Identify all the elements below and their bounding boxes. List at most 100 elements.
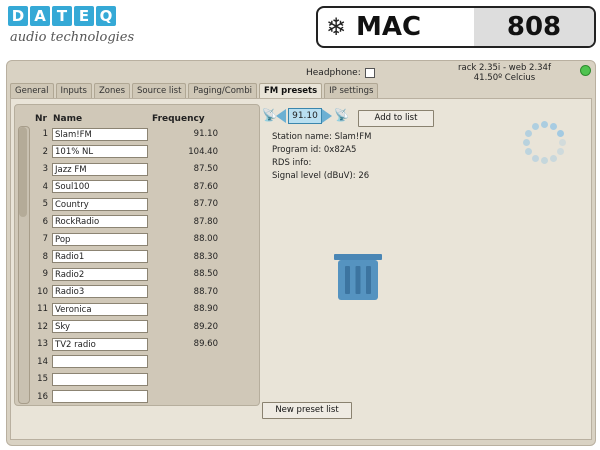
logo-letter: Q [96,6,116,26]
tune-up-icon[interactable] [322,109,332,123]
preset-number: 8 [42,251,48,262]
logo-letter: A [30,6,50,26]
preset-number: 14 [37,356,48,367]
tab-inputs[interactable]: Inputs [55,83,92,98]
preset-frequency: 104.40 [188,146,218,157]
preset-name-input[interactable]: Radio2 [52,267,148,281]
snowflake-icon: ❄ [325,13,347,41]
preset-frequency: 87.80 [193,216,218,227]
preset-name-input[interactable]: Jazz FM [52,162,148,176]
preset-frequency: 88.90 [193,304,218,314]
preset-number: 5 [42,199,48,209]
spinner-dot [559,139,566,146]
spinner-dot [532,154,539,162]
headphone-toggle[interactable]: Headphone: [306,68,375,78]
preset-row: 8 Radio1 88.30 [28,249,233,265]
preset-name-input[interactable]: Soul100 [52,180,148,193]
preset-row: 15 [28,371,233,387]
tab-ip-settings[interactable]: IP settings [324,83,379,98]
preset-row: 4 Soul100 87.60 [28,179,233,195]
temperature-text: 41.50º Celcius [473,73,536,83]
preset-name-input[interactable]: Radio3 [52,285,148,298]
headphone-label: Headphone: [306,68,361,78]
version-text: rack 2.35i - web 2.34f [458,63,551,73]
preset-name-input[interactable] [52,390,148,403]
tab-general[interactable]: General [10,83,54,98]
preset-name-input[interactable]: Slam!FM [52,127,148,141]
headphone-checkbox[interactable] [364,68,375,78]
program-id-text: Program id: 0x82A5 [272,145,357,155]
rack-info: rack 2.35i - web 2.34f 41.50º Celcius [458,63,551,83]
preset-name-input[interactable]: Country [52,197,148,211]
preset-number: 1 [42,129,48,139]
logo-letter: T [52,6,72,26]
tab-zones[interactable]: Zones [93,83,131,98]
antenna-icon: 📡 [334,108,349,122]
preset-row: 2 101% NL 104.40 [28,144,233,160]
preset-frequency: 88.00 [193,234,218,244]
scrollbar-thumb[interactable] [19,127,27,217]
spinner-dot [525,130,533,137]
preset-name-input[interactable]: RockRadio [52,215,148,228]
frequency-display[interactable]: 91.10 [288,108,322,124]
preset-name-input[interactable]: Pop [52,232,148,246]
preset-number: 15 [37,374,48,384]
column-header-name: Name [53,114,83,124]
tab-fm-presets[interactable]: FM presets [258,83,323,98]
brand-subtitle: audio technologies [10,30,135,45]
status-bar: Headphone: rack 2.35i - web 2.34f 41.50º… [6,60,594,83]
spinner-dot [550,123,557,131]
preset-row: 10 Radio3 88.70 [28,284,233,300]
preset-frequency: 87.70 [193,199,218,209]
preset-row: 16 [28,389,233,405]
preset-name-input[interactable]: TV2 radio [52,337,148,351]
preset-number: 7 [42,234,48,244]
tab-source-list[interactable]: Source list [132,83,187,98]
preset-number: 2 [42,146,48,157]
preset-name-input[interactable] [52,355,148,368]
tab-paging-combi[interactable]: Paging/Combi [188,83,257,98]
preset-name-input[interactable]: Veronica [52,302,148,316]
dateq-logo: D A T E Q [8,6,116,28]
antenna-icon: 📡 [262,108,277,122]
preset-name-input[interactable]: Sky [52,320,148,333]
product-number: 808 [474,8,594,46]
preset-frequency: 88.50 [193,269,218,279]
preset-name-input[interactable]: 101% NL [52,145,148,158]
product-name: MAC [356,12,422,42]
spinner-dot [556,130,564,137]
spinner-dot [550,154,557,162]
preset-number: 12 [37,321,48,332]
preset-name-input[interactable]: Radio1 [52,250,148,263]
preset-number: 11 [37,304,48,314]
spinner-dot [523,139,530,146]
trash-icon[interactable] [330,248,386,304]
preset-name-input[interactable] [52,372,148,386]
preset-row: 14 [28,354,233,370]
preset-row: 7 Pop 88.00 [28,231,233,247]
column-header-frequency: Frequency [152,114,205,124]
preset-number: 9 [42,269,48,279]
preset-row: 12 Sky 89.20 [28,319,233,335]
tune-down-icon[interactable] [276,109,286,123]
rds-info-text: RDS info: [272,158,312,168]
new-preset-list-button[interactable]: New preset list [262,402,352,419]
preset-frequency: 87.50 [193,164,218,174]
loading-spinner-icon [520,119,570,167]
app-header: D A T E Q audio technologies ❄ MAC 808 [0,0,600,58]
preset-number: 10 [37,286,48,297]
station-info: Station name: Slam!FM Program id: 0x82A5… [272,131,371,183]
signal-level-text: Signal level (dBuV): 26 [272,171,370,181]
preset-frequency: 89.20 [193,321,218,332]
preset-number: 16 [37,391,48,402]
logo-letter: D [8,6,28,26]
preset-frequency: 88.70 [193,286,218,297]
preset-row: 9 Radio2 88.50 [28,266,233,282]
spinner-dot [541,157,548,164]
preset-row: 13 TV2 radio 89.60 [28,336,233,352]
station-name-text: Station name: Slam!FM [272,132,372,142]
preset-frequency: 91.10 [193,129,218,139]
preset-frequency: 89.60 [193,339,218,349]
spinner-dot [532,123,539,131]
add-to-list-button[interactable]: Add to list [358,110,434,127]
